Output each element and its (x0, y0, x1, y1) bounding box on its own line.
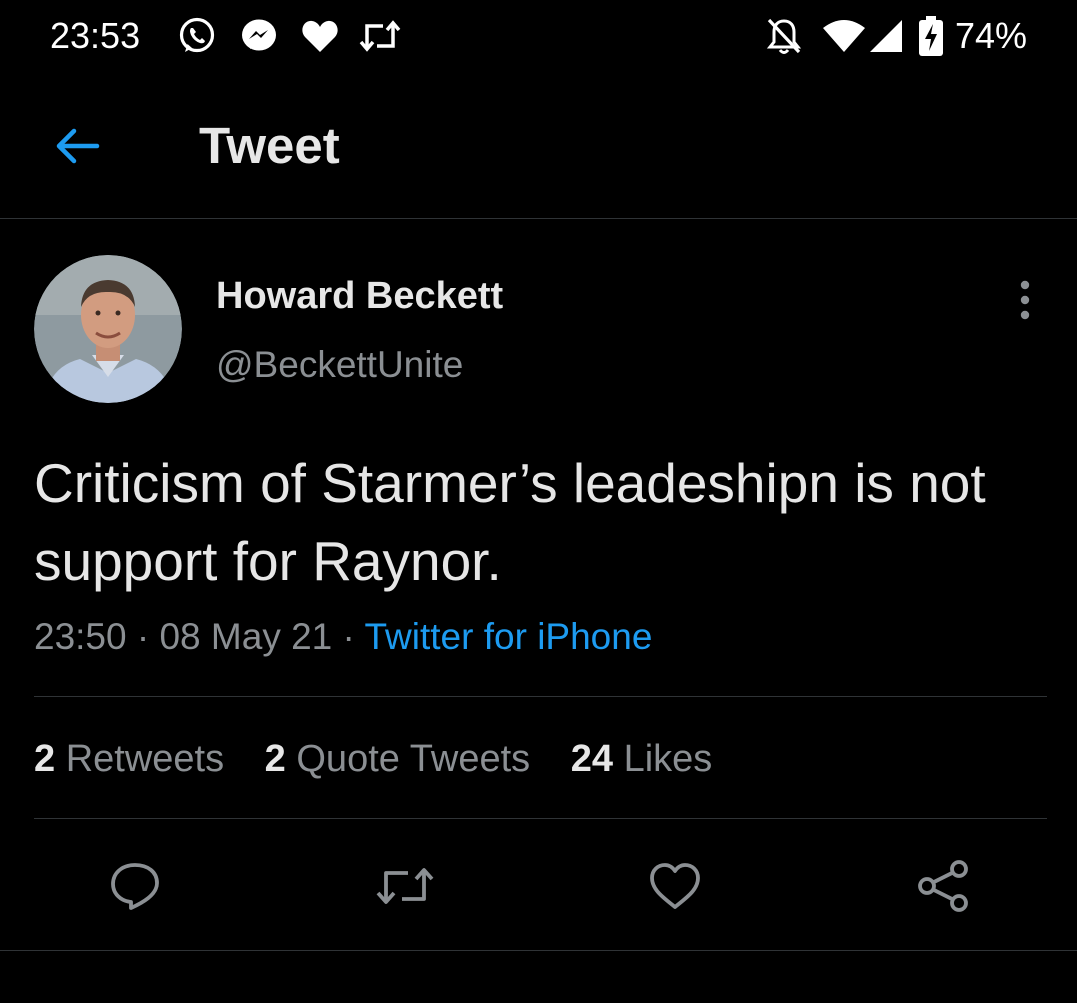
page-title: Tweet (199, 117, 340, 174)
reply-button[interactable] (100, 854, 170, 918)
quote-tweets-count: 2 (264, 738, 286, 780)
battery-charging-icon (914, 16, 948, 56)
share-button[interactable] (908, 854, 978, 918)
retweets-count: 2 (34, 738, 56, 780)
meta-divider (34, 696, 1047, 697)
quote-tweets-label: Quote Tweets (296, 738, 531, 780)
notifications-off-icon (762, 16, 806, 56)
share-icon (918, 860, 968, 912)
like-icon (650, 863, 700, 909)
author-name[interactable]: Howard Beckett (216, 273, 503, 319)
retweet-button[interactable] (370, 854, 440, 918)
more-vertical-icon (1020, 280, 1030, 320)
back-button[interactable] (40, 110, 116, 182)
tweet-date: 08 May 21 (159, 616, 333, 657)
tweet-source-link[interactable]: Twitter for iPhone (365, 616, 653, 657)
meta-separator: · (136, 616, 150, 657)
retweet-icon (356, 16, 404, 56)
like-button[interactable] (640, 854, 710, 918)
actions-divider (0, 950, 1077, 951)
tweet-time: 23:50 (34, 616, 127, 657)
retweets-stat[interactable]: 2 Retweets (34, 738, 224, 780)
author-handle[interactable]: @BeckettUnite (216, 342, 463, 388)
cell-signal-icon (866, 16, 906, 56)
retweet-icon (376, 868, 434, 904)
more-options-button[interactable] (1000, 272, 1050, 328)
tweet-meta: 23:50 · 08 May 21 · Twitter for iPhone (34, 614, 652, 660)
reply-icon (111, 863, 159, 910)
likes-stat[interactable]: 24 Likes (571, 738, 713, 780)
stats-divider (34, 818, 1047, 819)
tweet-stats: 2 Retweets 2 Quote Tweets 24 Likes (34, 736, 742, 782)
battery-percent: 74% (955, 15, 1028, 56)
retweets-label: Retweets (65, 738, 225, 780)
likes-count: 24 (570, 738, 613, 780)
wifi-icon (820, 16, 868, 56)
arrow-left-icon (56, 128, 100, 164)
header-divider (0, 218, 1077, 219)
whatsapp-icon (174, 16, 220, 56)
avatar[interactable] (34, 255, 182, 403)
likes-label: Likes (623, 738, 713, 780)
tweet-text: Criticism of Starmer’s leadeshipn is not… (34, 452, 986, 592)
heart-icon (298, 16, 342, 56)
quote-tweets-stat[interactable]: 2 Quote Tweets (265, 738, 530, 780)
messenger-icon (236, 16, 282, 56)
meta-separator: · (342, 616, 355, 657)
status-time: 23:53 (50, 15, 141, 56)
